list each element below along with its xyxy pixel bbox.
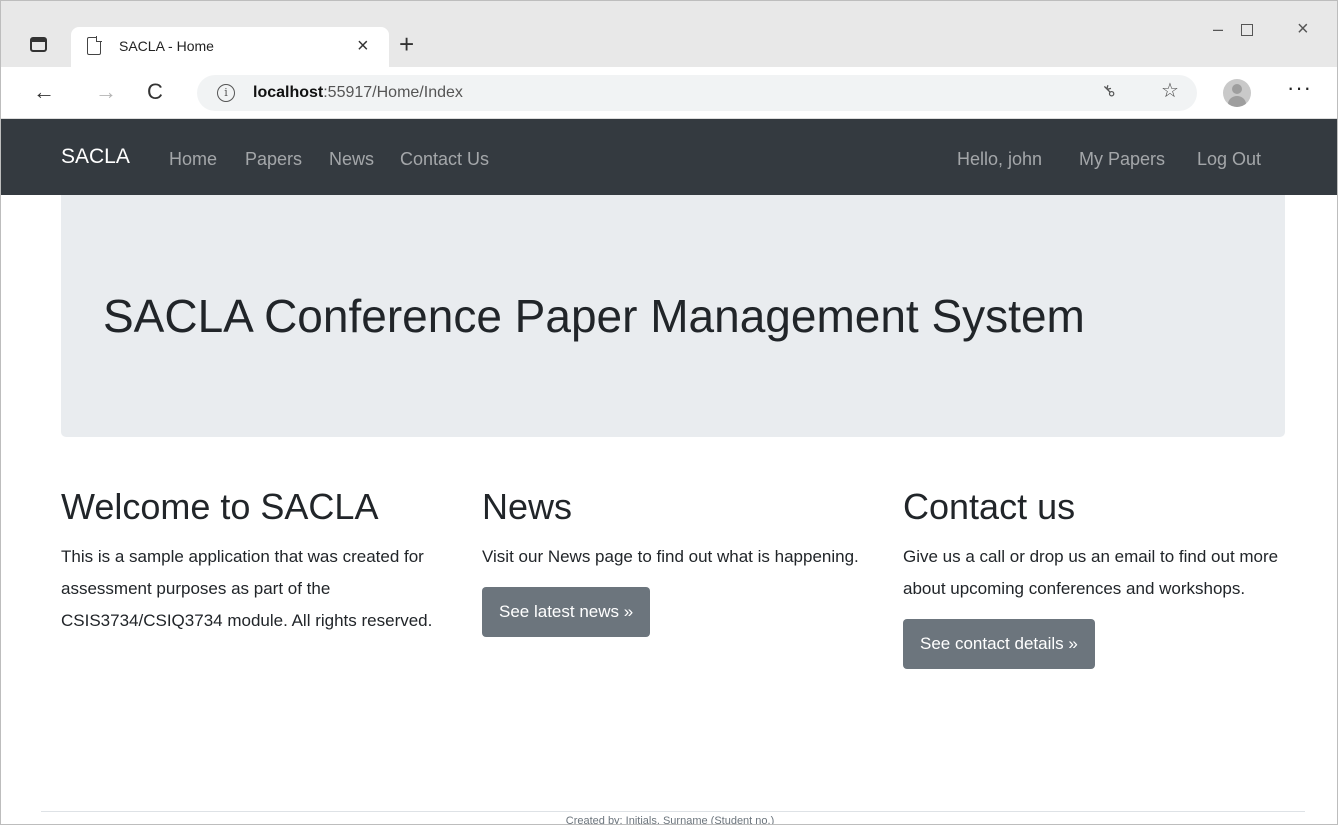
browser-tab[interactable]: SACLA - Home × xyxy=(71,27,389,67)
url-text[interactable]: localhost:55917/Home/Index xyxy=(253,84,463,102)
see-contact-details-button[interactable]: See contact details » xyxy=(903,619,1095,669)
favorites-icon[interactable]: ☆ xyxy=(1161,80,1179,102)
brand-link[interactable]: SACLA xyxy=(61,145,130,169)
url-path: :55917/Home/Index xyxy=(323,84,463,101)
news-heading: News xyxy=(482,486,573,527)
tab-strip: SACLA - Home × + – × xyxy=(1,1,1337,67)
browser-window: SACLA - Home × + – × ← → C i localhost:5… xyxy=(0,0,1338,825)
see-latest-news-button[interactable]: See latest news » xyxy=(482,587,651,637)
tab-title: SACLA - Home xyxy=(119,38,214,54)
nav-link-contact-us[interactable]: Contact Us xyxy=(400,149,489,170)
news-section: News Visit our News page to find out wha… xyxy=(482,485,862,637)
nav-link-log-out[interactable]: Log Out xyxy=(1197,149,1261,170)
nav-greeting[interactable]: Hello, john xyxy=(957,149,1042,170)
tab-close-button[interactable]: × xyxy=(357,33,369,59)
info-icon[interactable]: i xyxy=(217,84,235,102)
jumbotron: SACLA Conference Paper Management System xyxy=(61,195,1285,437)
page-title: SACLA Conference Paper Management System xyxy=(103,290,1085,342)
contact-section: Contact us Give us a call or drop us an … xyxy=(903,485,1293,669)
news-text: Visit our News page to find out what is … xyxy=(482,547,859,566)
site-navbar: SACLA Home Papers News Contact Us Hello,… xyxy=(1,119,1337,195)
new-tab-button[interactable]: + xyxy=(399,31,414,57)
forward-button[interactable]: → xyxy=(95,79,117,105)
maximize-button[interactable] xyxy=(1237,19,1253,39)
nav-link-home[interactable]: Home xyxy=(169,149,217,170)
reload-button[interactable]: C xyxy=(147,79,163,105)
welcome-section: Welcome to SACLA This is a sample applic… xyxy=(61,485,441,637)
browser-toolbar: ← → C i localhost:55917/Home/Index ⚷ ☆ ·… xyxy=(1,67,1337,119)
nav-link-my-papers[interactable]: My Papers xyxy=(1079,149,1165,170)
profile-icon[interactable] xyxy=(1223,79,1251,107)
window-close-button[interactable]: × xyxy=(1297,19,1309,39)
contact-text: Give us a call or drop us an email to fi… xyxy=(903,547,1279,598)
footer-text: Created by: Initials, Surname (Student n… xyxy=(565,815,775,825)
back-button[interactable]: ← xyxy=(33,79,55,105)
more-menu-button[interactable]: ··· xyxy=(1287,75,1312,101)
footer-divider xyxy=(41,811,1305,812)
nav-link-papers[interactable]: Papers xyxy=(245,149,302,170)
nav-link-news[interactable]: News xyxy=(329,149,374,170)
address-bar[interactable]: i localhost:55917/Home/Index ⚷ xyxy=(197,75,1197,111)
page-icon xyxy=(87,36,102,55)
contact-heading: Contact us xyxy=(903,486,1076,527)
welcome-heading: Welcome to SACLA xyxy=(61,486,379,527)
tab-actions-icon[interactable] xyxy=(23,31,53,57)
url-host: localhost xyxy=(253,84,324,101)
welcome-text: This is a sample application that was cr… xyxy=(61,547,433,630)
key-icon[interactable]: ⚷ xyxy=(1098,80,1120,102)
minimize-button[interactable]: – xyxy=(1213,19,1223,39)
